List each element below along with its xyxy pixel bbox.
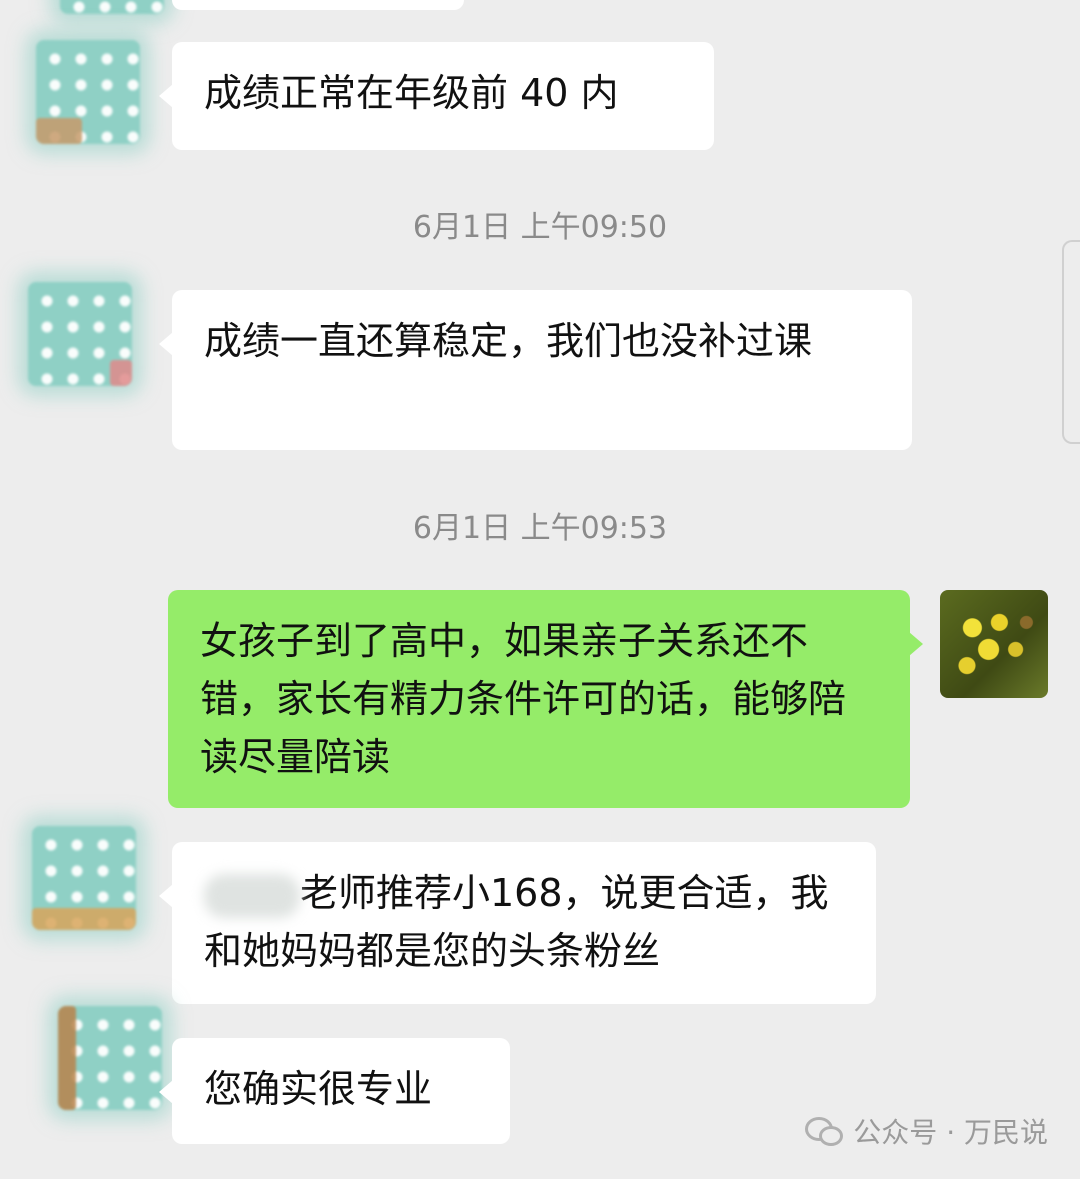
contact-avatar[interactable] (28, 282, 132, 386)
message-bubble-incoming[interactable]: 成绩一直还算稳定，我们也没补过课 (159, 290, 912, 450)
message-text: 您确实很专业 (204, 1067, 433, 1111)
contact-avatar[interactable] (58, 1006, 162, 1110)
wechat-icon (805, 1117, 845, 1146)
contact-avatar[interactable] (32, 826, 136, 930)
rapeseed-flower-avatar-icon[interactable] (940, 590, 1048, 698)
previous-message-bubble (172, 0, 464, 10)
message-text: 成绩正常在年级前 40 内 (204, 71, 619, 115)
redacted-name (204, 873, 300, 918)
watermark: 公众号 · 万民说 (805, 1111, 1048, 1151)
message-bubble-incoming[interactable]: 老师推荐小168，说更合适，我和她妈妈都是您的头条粉丝 (159, 842, 876, 1004)
message-bubble-incoming[interactable]: 您确实很专业 (159, 1038, 510, 1144)
watermark-text: 公众号 · 万民说 (853, 1116, 1048, 1149)
message-timestamp: 6月1日 上午09:50 (412, 210, 668, 245)
message-bubble-outgoing[interactable]: 女孩子到了高中，如果亲子关系还不错，家长有精力条件许可的话，能够陪读尽量陪读 (168, 590, 923, 808)
message-text: 女孩子到了高中，如果亲子关系还不错，家长有精力条件许可的话，能够陪读尽量陪读 (200, 619, 847, 779)
scrollbar[interactable] (1062, 240, 1080, 444)
message-bubble-incoming[interactable]: 成绩正常在年级前 40 内 (159, 42, 714, 150)
message-text: 成绩一直还算稳定，我们也没补过课 (204, 319, 813, 363)
contact-avatar[interactable] (60, 0, 164, 14)
contact-avatar[interactable] (36, 40, 140, 144)
message-timestamp: 6月1日 上午09:53 (412, 511, 668, 546)
